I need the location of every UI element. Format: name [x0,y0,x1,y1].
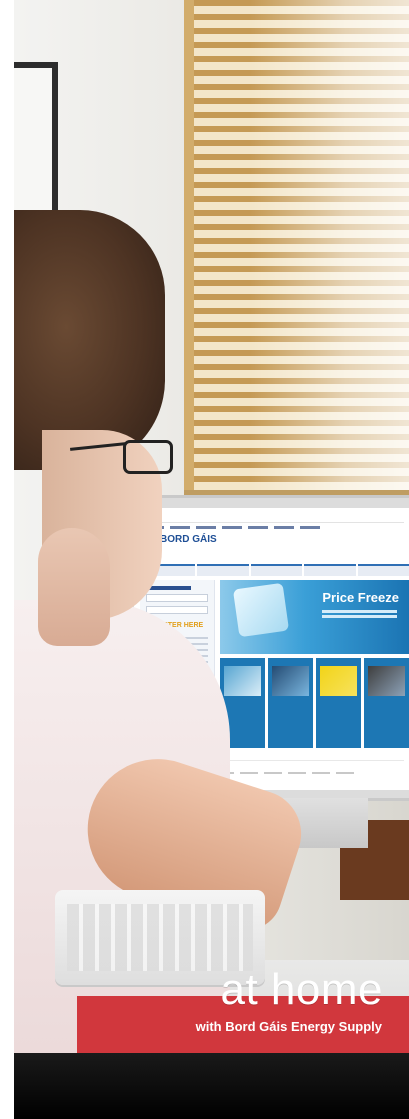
photo-ad: BORD GÁIS REGISTER HERE Price Freeze at … [0,0,409,1119]
glasses-icon [123,440,173,474]
bottom-shadow [0,1053,409,1119]
banner-subline: with Bord Gáis Energy Supply [195,1019,382,1034]
website-tile [268,658,313,748]
banner-headline: at home [220,965,383,1014]
person-hand [38,528,110,646]
website-tile [364,658,409,748]
website-tile [316,658,361,748]
hero-title: Price Freeze [322,590,399,605]
headline-banner: at home with Bord Gáis Energy Supply [77,968,409,1053]
left-margin [0,0,14,1119]
website-tiles [220,658,409,748]
website-tabs [144,564,409,576]
website-hero: Price Freeze [220,580,409,654]
logo-text: BORD GÁIS [160,533,217,545]
picture-frame [14,62,58,224]
hero-subtext [322,610,397,613]
website-top-nav [144,516,404,529]
ice-cube-icon [232,582,290,638]
window-light [250,0,409,495]
